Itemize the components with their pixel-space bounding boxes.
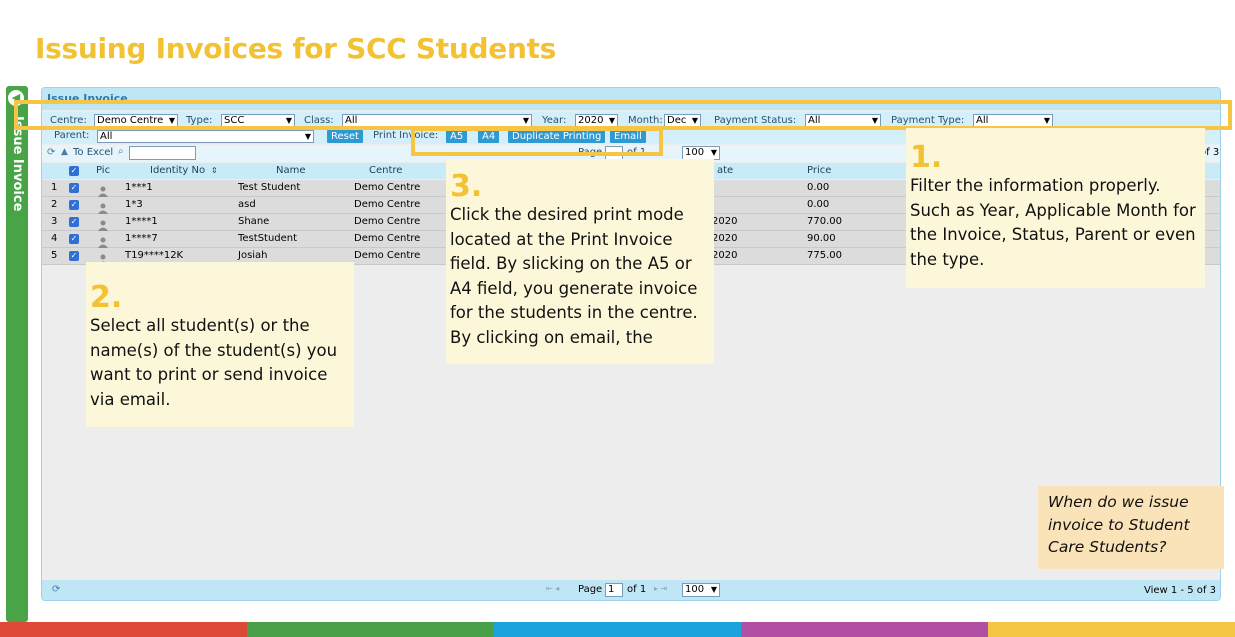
- cell-identity: 1****1: [125, 216, 158, 227]
- cell-price: 0.00: [807, 199, 830, 210]
- avatar-icon: [98, 216, 108, 231]
- color-stripe: [0, 622, 247, 637]
- page-size-select[interactable]: 100 ▼: [682, 146, 720, 160]
- row-checkbox[interactable]: ✓: [69, 251, 79, 261]
- cell-centre: Demo Centre: [354, 216, 421, 227]
- column-header[interactable]: Pic: [96, 165, 110, 176]
- callout-number: 2.: [90, 280, 123, 315]
- cell-date: 2020: [712, 216, 738, 227]
- side-tab[interactable]: Issue Invoice: [6, 86, 28, 622]
- cell-num: 3: [51, 216, 58, 227]
- parent-label: Parent:: [54, 130, 90, 141]
- search-input[interactable]: [129, 146, 196, 160]
- chevron-up-icon[interactable]: ▲: [61, 147, 68, 157]
- color-stripe: [247, 622, 494, 637]
- callout-text: Click the desired print mode located at …: [450, 205, 698, 347]
- refresh-icon[interactable]: ⟳: [47, 147, 55, 158]
- view-count: View 1 - 5 of 3: [1144, 585, 1216, 596]
- cell-identity: T19****12K: [125, 250, 184, 261]
- cell-name: Test Student: [238, 182, 301, 193]
- cell-centre: Demo Centre: [354, 182, 421, 193]
- cell-identity: 1***1: [125, 182, 153, 193]
- to-excel-button[interactable]: To Excel: [73, 147, 113, 158]
- color-stripe: [494, 622, 741, 637]
- cell-name: TestStudent: [238, 233, 298, 244]
- last-page-icon[interactable]: ▸ ⇥: [654, 584, 667, 593]
- cell-centre: Demo Centre: [354, 250, 421, 261]
- parent-select[interactable]: All ▼: [97, 130, 314, 143]
- cell-num: 5: [51, 250, 58, 261]
- cell-name: Josiah: [238, 250, 268, 261]
- color-stripe: [988, 622, 1235, 637]
- side-tab-label: Issue Invoice: [10, 116, 25, 212]
- callout-print: 3. Click the desired print mode located …: [446, 159, 714, 364]
- callout-text: Select all student(s) or the name(s) of …: [90, 316, 338, 409]
- avatar-icon: [98, 199, 108, 214]
- row-checkbox[interactable]: ✓: [69, 200, 79, 210]
- cell-identity: 1*3: [125, 199, 143, 210]
- callout-number: 3.: [450, 169, 483, 204]
- avatar-icon: [98, 233, 108, 248]
- column-header[interactable]: Price: [807, 165, 831, 176]
- avatar-icon: [98, 182, 108, 197]
- question-note: When do we issue invoice to Student Care…: [1038, 486, 1224, 569]
- search-icon[interactable]: ⌕: [118, 146, 124, 157]
- row-checkbox[interactable]: ✓: [69, 217, 79, 227]
- cell-num: 4: [51, 233, 58, 244]
- color-stripe: [741, 622, 988, 637]
- sort-icon[interactable]: ⇕: [211, 166, 218, 175]
- column-header[interactable]: ate: [717, 165, 733, 176]
- column-header[interactable]: Name: [276, 165, 306, 176]
- chevron-down-icon: ▼: [304, 132, 311, 141]
- cell-price: 770.00: [807, 216, 842, 227]
- cell-num: 2: [51, 199, 58, 210]
- slide-title: Issuing Invoices for SCC Students: [35, 32, 557, 65]
- footer-page-size-select[interactable]: 100 ▼: [682, 583, 720, 597]
- footer-page-of-label: of 1: [627, 584, 647, 595]
- filter-highlight: [14, 100, 1232, 130]
- avatar-icon: [98, 250, 108, 265]
- callout-filter: 1. Filter the information properly. Such…: [906, 128, 1205, 288]
- chevron-down-icon: ▼: [710, 148, 717, 157]
- cell-name: asd: [238, 199, 256, 210]
- callout-text: Filter the information properly. Such as…: [910, 176, 1196, 269]
- cell-identity: 1****7: [125, 233, 158, 244]
- cell-centre: Demo Centre: [354, 199, 421, 210]
- cell-date: 2020: [712, 250, 738, 261]
- row-checkbox[interactable]: ✓: [69, 234, 79, 244]
- row-checkbox[interactable]: ✓: [69, 183, 79, 193]
- cell-price: 90.00: [807, 233, 836, 244]
- callout-number: 1.: [910, 140, 943, 175]
- cell-num: 1: [51, 182, 58, 193]
- footer-page-label: Page: [578, 584, 603, 595]
- cell-price: 775.00: [807, 250, 842, 261]
- print-invoice-highlight: [411, 127, 663, 156]
- footer-page-input[interactable]: 1: [605, 583, 623, 597]
- cell-date: 2020: [712, 233, 738, 244]
- callout-select: 2. Select all student(s) or the name(s) …: [86, 262, 354, 427]
- cell-price: 0.00: [807, 182, 830, 193]
- chevron-down-icon: ▼: [710, 585, 717, 594]
- cell-name: Shane: [238, 216, 270, 227]
- reset-button[interactable]: Reset: [327, 130, 363, 143]
- column-header[interactable]: Identity No: [150, 165, 205, 176]
- grid-footer: ⟳ ⇤ ◂ Page 1 of 1 ▸ ⇥ 100 ▼ View 1 - 5 of…: [42, 580, 1220, 600]
- cell-centre: Demo Centre: [354, 233, 421, 244]
- first-page-icon[interactable]: ⇤ ◂: [546, 584, 559, 593]
- column-header[interactable]: Centre: [369, 165, 402, 176]
- select-all-checkbox[interactable]: ✓: [69, 166, 79, 176]
- refresh-icon[interactable]: ⟳: [52, 584, 60, 595]
